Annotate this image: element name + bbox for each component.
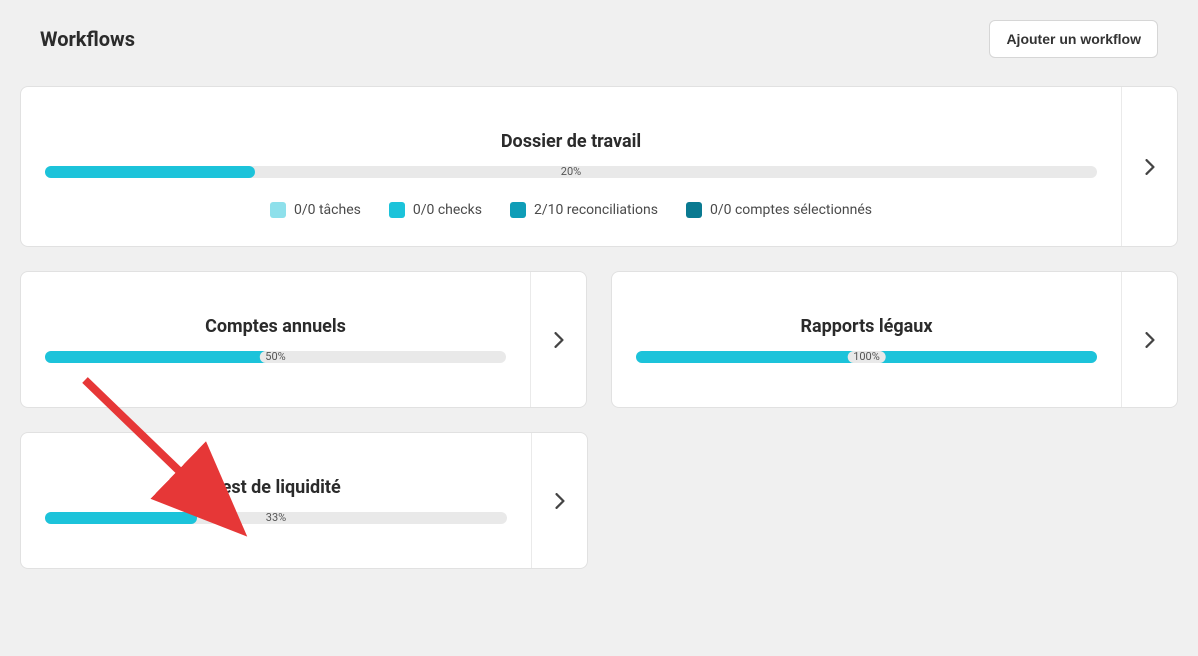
workflow-card-title: Test de liquidité	[211, 477, 340, 498]
progress-label: 100%	[847, 351, 886, 363]
chevron-right-icon	[1145, 332, 1155, 348]
progress-fill	[45, 166, 255, 178]
workflow-card-dossier[interactable]: Dossier de travail 20% 0/0 tâches 0/0 ch…	[20, 86, 1178, 247]
progress-label: 20%	[555, 166, 587, 178]
open-workflow-chevron[interactable]	[531, 433, 587, 568]
progress-bar: 33%	[45, 512, 507, 524]
legend-item-comptes: 0/0 comptes sélectionnés	[686, 202, 872, 218]
progress-bar: 50%	[45, 351, 506, 363]
chevron-right-icon	[554, 332, 564, 348]
legend-swatch-icon	[686, 202, 702, 218]
open-workflow-chevron[interactable]	[530, 272, 586, 407]
progress-label: 33%	[260, 512, 292, 524]
legend-swatch-icon	[270, 202, 286, 218]
workflow-card-rapports-legaux[interactable]: Rapports légaux 100%	[611, 271, 1178, 408]
workflow-card-title: Comptes annuels	[205, 316, 346, 337]
workflow-card-comptes-annuels[interactable]: Comptes annuels 50%	[20, 271, 587, 408]
workflow-card-title: Rapports légaux	[800, 316, 932, 337]
workflow-card-title: Dossier de travail	[501, 131, 641, 152]
legend-item-reconciliations: 2/10 reconciliations	[510, 202, 658, 218]
open-workflow-chevron[interactable]	[1121, 87, 1177, 246]
legend-text: 0/0 tâches	[294, 202, 361, 218]
progress-fill	[45, 512, 197, 524]
legend-swatch-icon	[510, 202, 526, 218]
legend-text: 0/0 checks	[413, 202, 482, 218]
page-title: Workflows	[40, 27, 135, 51]
legend: 0/0 tâches 0/0 checks 2/10 reconciliatio…	[270, 202, 872, 218]
legend-text: 0/0 comptes sélectionnés	[710, 202, 872, 218]
open-workflow-chevron[interactable]	[1121, 272, 1177, 407]
add-workflow-button[interactable]: Ajouter un workflow	[989, 20, 1158, 58]
workflow-card-test-liquidite[interactable]: Test de liquidité 33%	[20, 432, 588, 569]
chevron-right-icon	[555, 493, 565, 509]
chevron-right-icon	[1145, 159, 1155, 175]
legend-item-taches: 0/0 tâches	[270, 202, 361, 218]
progress-bar: 100%	[636, 351, 1097, 363]
legend-item-checks: 0/0 checks	[389, 202, 482, 218]
legend-text: 2/10 reconciliations	[534, 202, 658, 218]
progress-fill	[45, 351, 276, 363]
legend-swatch-icon	[389, 202, 405, 218]
progress-bar: 20%	[45, 166, 1097, 178]
progress-label: 50%	[259, 351, 291, 363]
